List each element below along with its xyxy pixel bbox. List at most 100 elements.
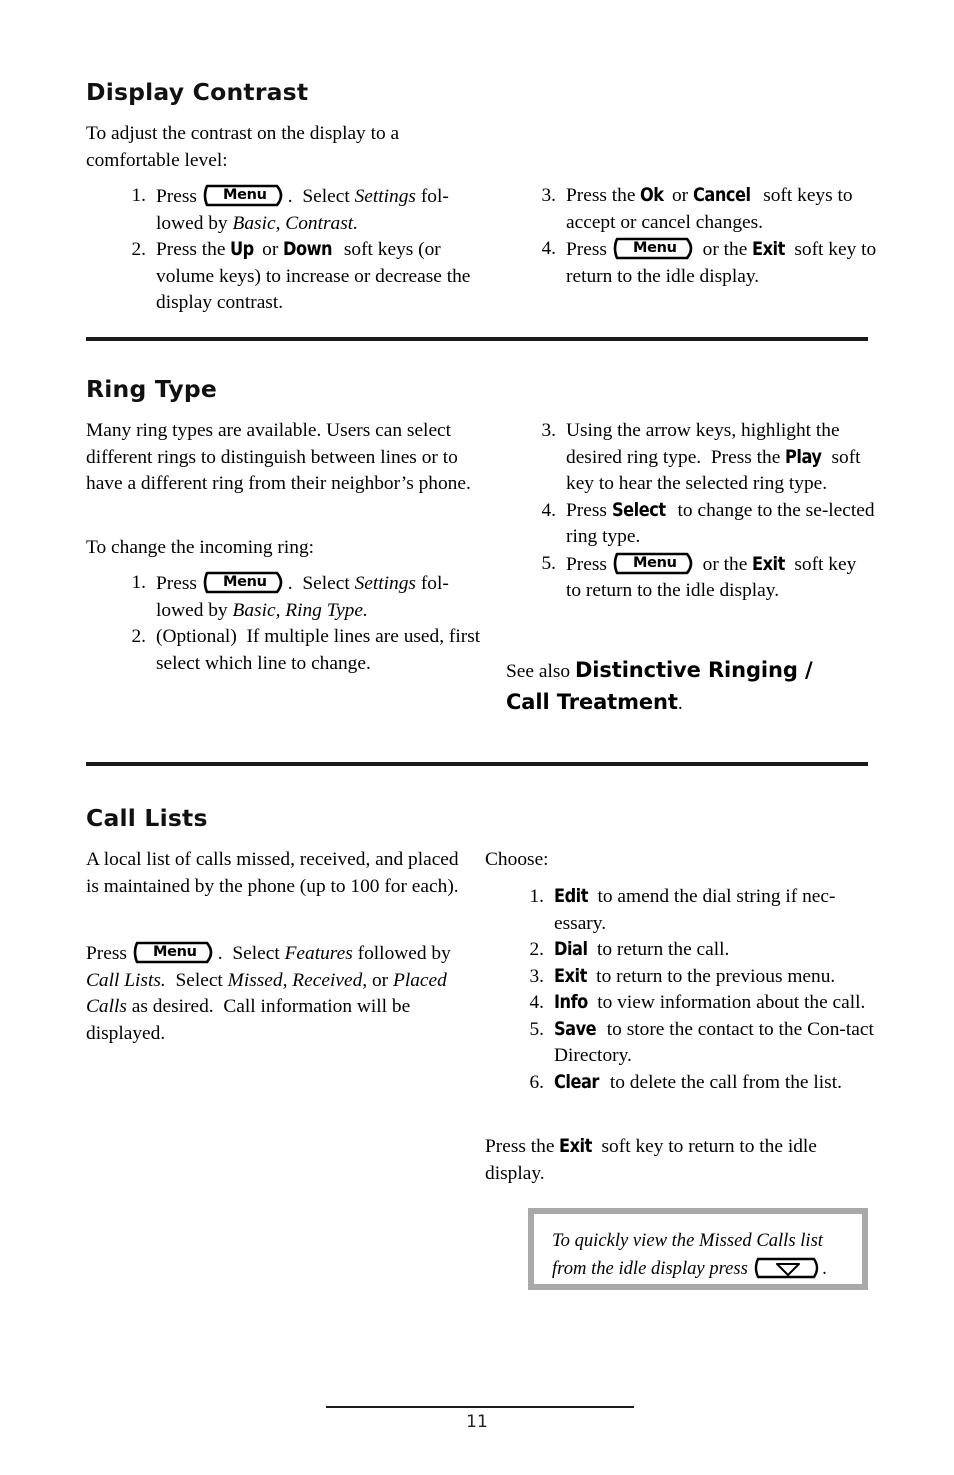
step-text: Using the arrow keys, highlight the desi… xyxy=(566,420,861,494)
menu-path-missed-received: Missed, Received, xyxy=(227,969,368,991)
note-text: To quickly view the Missed Calls list fr… xyxy=(534,1214,862,1295)
list-number: 3. xyxy=(541,420,556,441)
menu-key-icon[interactable]: Menu xyxy=(613,551,697,576)
menu-path-settings: Settings xyxy=(354,186,416,207)
choice-description: to delete the call from the list. xyxy=(605,1071,842,1093)
softkey-play: Play xyxy=(785,446,822,468)
page-number: 11 xyxy=(466,1412,488,1432)
choose-label: Choose: xyxy=(485,849,549,870)
list-number: 2. xyxy=(529,939,544,960)
choice-description: to view information about the call. xyxy=(592,992,866,1013)
list-item: 2. Dial to return the call. xyxy=(518,937,886,964)
list-number: 6. xyxy=(529,1071,544,1093)
call-lists-intro: A local list of calls missed, received, … xyxy=(86,849,459,897)
list-item: 2. (Optional) If multiple lines are used… xyxy=(120,624,486,677)
softkey-clear: Clear xyxy=(554,1071,599,1093)
list-item: 4. Press Menu or the Exit soft key to re… xyxy=(530,236,890,290)
list-item: 3. Exit to return to the previous menu. xyxy=(518,964,886,991)
softkey-exit: Exit xyxy=(752,553,786,575)
list-item: 4. Press Select to change to the se-lect… xyxy=(530,498,875,551)
list-item: 6. Clear to delete the call from the lis… xyxy=(518,1070,886,1097)
display-contrast-intro: To adjust the contrast on the display to… xyxy=(86,123,400,171)
step-text: Press Menu. Select Settings fol-lowed by… xyxy=(156,183,449,234)
softkey-exit: Exit xyxy=(752,239,786,260)
see-also-reference-line2[interactable]: Call Treatment xyxy=(506,690,678,714)
ring-type-left-steps: 1. Press Menu. Select Settings fol-lowed… xyxy=(120,570,486,677)
step-text: (Optional) If multiple lines are used, f… xyxy=(156,626,481,674)
section-divider-1 xyxy=(86,337,868,341)
section-call-lists: Call Lists xyxy=(86,804,486,832)
softkey-edit: Edit xyxy=(554,886,588,907)
choice-description: to return the call. xyxy=(592,939,730,960)
ring-type-right-steps: 3. Using the arrow keys, highlight the d… xyxy=(530,418,875,605)
step-text: Press Menu. Select Settings fol-lowed by… xyxy=(156,570,449,621)
step-text: Press Menu or the Exit soft key to retur… xyxy=(566,236,876,287)
choice-description: to return to the previous menu. xyxy=(591,965,836,987)
note-line-2-suffix: . xyxy=(822,1258,828,1279)
softkey-exit: Exit xyxy=(554,965,587,987)
list-number: 1. xyxy=(131,185,146,206)
ring-type-intro: Many ring types are available. Users can… xyxy=(86,420,471,494)
step-prefix: Press xyxy=(156,573,202,594)
call-lists-closing: Press the Exit soft key to return to the… xyxy=(485,1136,817,1184)
step-prefix: Press xyxy=(156,186,202,207)
see-also-reference-line1[interactable]: Distinctive Ringing / xyxy=(575,658,813,682)
menu-path-basic-ring-type: Basic, Ring Type. xyxy=(232,599,368,621)
list-number: 2. xyxy=(131,626,146,647)
list-item: 4. Info to view information about the ca… xyxy=(518,990,886,1017)
list-number: 4. xyxy=(541,238,556,259)
down-arrow-key-icon[interactable] xyxy=(754,1256,822,1280)
display-contrast-left-steps: 1. Press Menu. Select Settings fol-lowed… xyxy=(120,183,480,317)
list-number: 1. xyxy=(529,886,544,907)
list-item: 1. Edit to amend the dial string if nec-… xyxy=(518,884,886,937)
softkey-cancel: Cancel xyxy=(692,185,751,206)
menu-path-settings: Settings xyxy=(354,573,416,594)
step-text: Info to view information about the call. xyxy=(554,992,865,1013)
list-number: 2. xyxy=(131,239,146,260)
list-item: 1. Press Menu. Select Settings fol-lowed… xyxy=(120,570,486,624)
list-number: 3. xyxy=(541,185,556,206)
page-title-call-lists: Call Lists xyxy=(86,804,208,832)
display-contrast-right-steps: 3. Press the Ok or Cancel soft keys to a… xyxy=(530,183,890,290)
step-text: Press the Ok or Cancel soft keys to acce… xyxy=(566,185,853,233)
step-text: Edit to amend the dial string if nec-ess… xyxy=(554,886,835,934)
menu-key-icon[interactable]: Menu xyxy=(203,570,287,595)
page-title-ring-type: Ring Type xyxy=(86,375,218,403)
call-lists-press-paragraph: Press Menu. Select Features followed by … xyxy=(86,940,470,1047)
softkey-down: Down xyxy=(283,239,333,260)
softkey-select: Select xyxy=(611,499,666,521)
page-title-display-contrast: Display Contrast xyxy=(86,78,309,106)
menu-key-icon[interactable]: Menu xyxy=(133,940,217,965)
softkey-save: Save xyxy=(554,1018,597,1040)
step-text: Press Menu or the Exit soft key to retur… xyxy=(566,551,856,601)
see-also-prefix: See also xyxy=(506,661,575,682)
menu-path-features: Features xyxy=(284,943,353,964)
menu-key-icon[interactable]: Menu xyxy=(613,236,697,261)
list-item: 5. Save to store the contact to the Con-… xyxy=(518,1017,886,1070)
section-ring-type: Ring Type xyxy=(86,375,486,403)
step-text: Save to store the contact to the Con-tac… xyxy=(554,1019,874,1067)
menu-key-icon[interactable]: Menu xyxy=(203,183,287,208)
section-display-contrast: Display Contrast xyxy=(86,78,486,106)
list-number: 5. xyxy=(541,552,556,574)
ring-type-intro2: To change the incoming ring: xyxy=(86,537,315,558)
list-number: 5. xyxy=(529,1018,544,1040)
press-prefix: Press xyxy=(86,943,132,964)
call-lists-choices: 1. Edit to amend the dial string if nec-… xyxy=(518,884,886,1096)
choice-description: to amend the dial string if nec-essary. xyxy=(554,886,836,934)
note-callout: To quickly view the Missed Calls list fr… xyxy=(528,1208,868,1290)
softkey-exit: Exit xyxy=(559,1136,593,1157)
list-item: 5. Press Menu or the Exit soft key to re… xyxy=(530,551,875,605)
step-text: Clear to delete the call from the list. xyxy=(554,1072,842,1093)
list-item: 1. Press Menu. Select Settings fol-lowed… xyxy=(120,183,480,237)
step-text: Dial to return the call. xyxy=(554,939,729,960)
list-item: 2. Press the Up or Down soft keys (or vo… xyxy=(120,237,480,317)
list-item: 3. Using the arrow keys, highlight the d… xyxy=(530,418,875,498)
menu-path-call-lists: Call Lists. xyxy=(86,969,166,991)
step-text: Exit to return to the previous menu. xyxy=(554,966,835,987)
step-prefix: Press xyxy=(566,239,612,260)
list-item: 3. Press the Ok or Cancel soft keys to a… xyxy=(530,183,890,236)
note-line-2-prefix: from the idle display press xyxy=(552,1258,753,1279)
see-also-block: See also Distinctive Ringing / Call Trea… xyxy=(506,655,886,719)
manual-page: Display Contrast To adjust the contrast … xyxy=(0,0,954,1475)
